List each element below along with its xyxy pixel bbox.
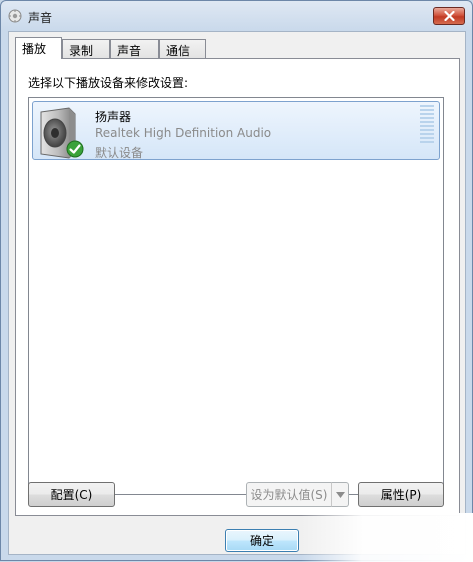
properties-button[interactable]: 属性(P) (358, 482, 444, 507)
set-default-button[interactable]: 设为默认值(S) (246, 482, 332, 507)
device-description: Realtek High Definition Audio (95, 126, 272, 140)
tab-label: 声音 (117, 44, 142, 58)
chevron-down-icon (335, 491, 345, 498)
default-device-checkmark-icon (66, 140, 84, 158)
tab-playback[interactable]: 播放 (15, 37, 62, 59)
dialog-client-area: 播放 录制 声音 通信 选择以下播放设备来修改设置: 扬声器 Realtek H… (8, 31, 466, 555)
device-list[interactable]: 扬声器 Realtek High Definition Audio 默认设备 (28, 97, 444, 495)
set-default-dropdown[interactable] (331, 482, 349, 507)
playback-panel: 选择以下播放设备来修改设置: 扬声器 Realtek High Definiti… (15, 58, 460, 516)
tab-label: 播放 (22, 42, 47, 56)
device-item-speaker[interactable]: 扬声器 Realtek High Definition Audio 默认设备 (32, 101, 440, 160)
tab-recording[interactable]: 录制 (62, 39, 110, 58)
sound-dialog-window: 声音 播放 录制 声音 通信 选择以下播放设备来修改设置: 扬声器 Realte… (0, 0, 473, 562)
ok-button[interactable]: 确定 (225, 529, 299, 552)
tab-label: 通信 (166, 44, 191, 58)
close-icon (443, 11, 455, 21)
tab-label: 录制 (69, 44, 94, 58)
window-title: 声音 (28, 11, 53, 25)
device-name: 扬声器 (95, 110, 132, 124)
tab-sounds[interactable]: 声音 (110, 39, 159, 58)
close-button[interactable] (433, 7, 465, 25)
volume-level-meter (420, 105, 434, 147)
tab-communications[interactable]: 通信 (159, 39, 206, 58)
sound-app-icon (8, 9, 22, 23)
device-status: 默认设备 (95, 146, 144, 160)
configure-button[interactable]: 配置(C) (28, 482, 115, 507)
instruction-label: 选择以下播放设备来修改设置: (28, 76, 189, 90)
title-bar[interactable]: 声音 (1, 1, 472, 31)
